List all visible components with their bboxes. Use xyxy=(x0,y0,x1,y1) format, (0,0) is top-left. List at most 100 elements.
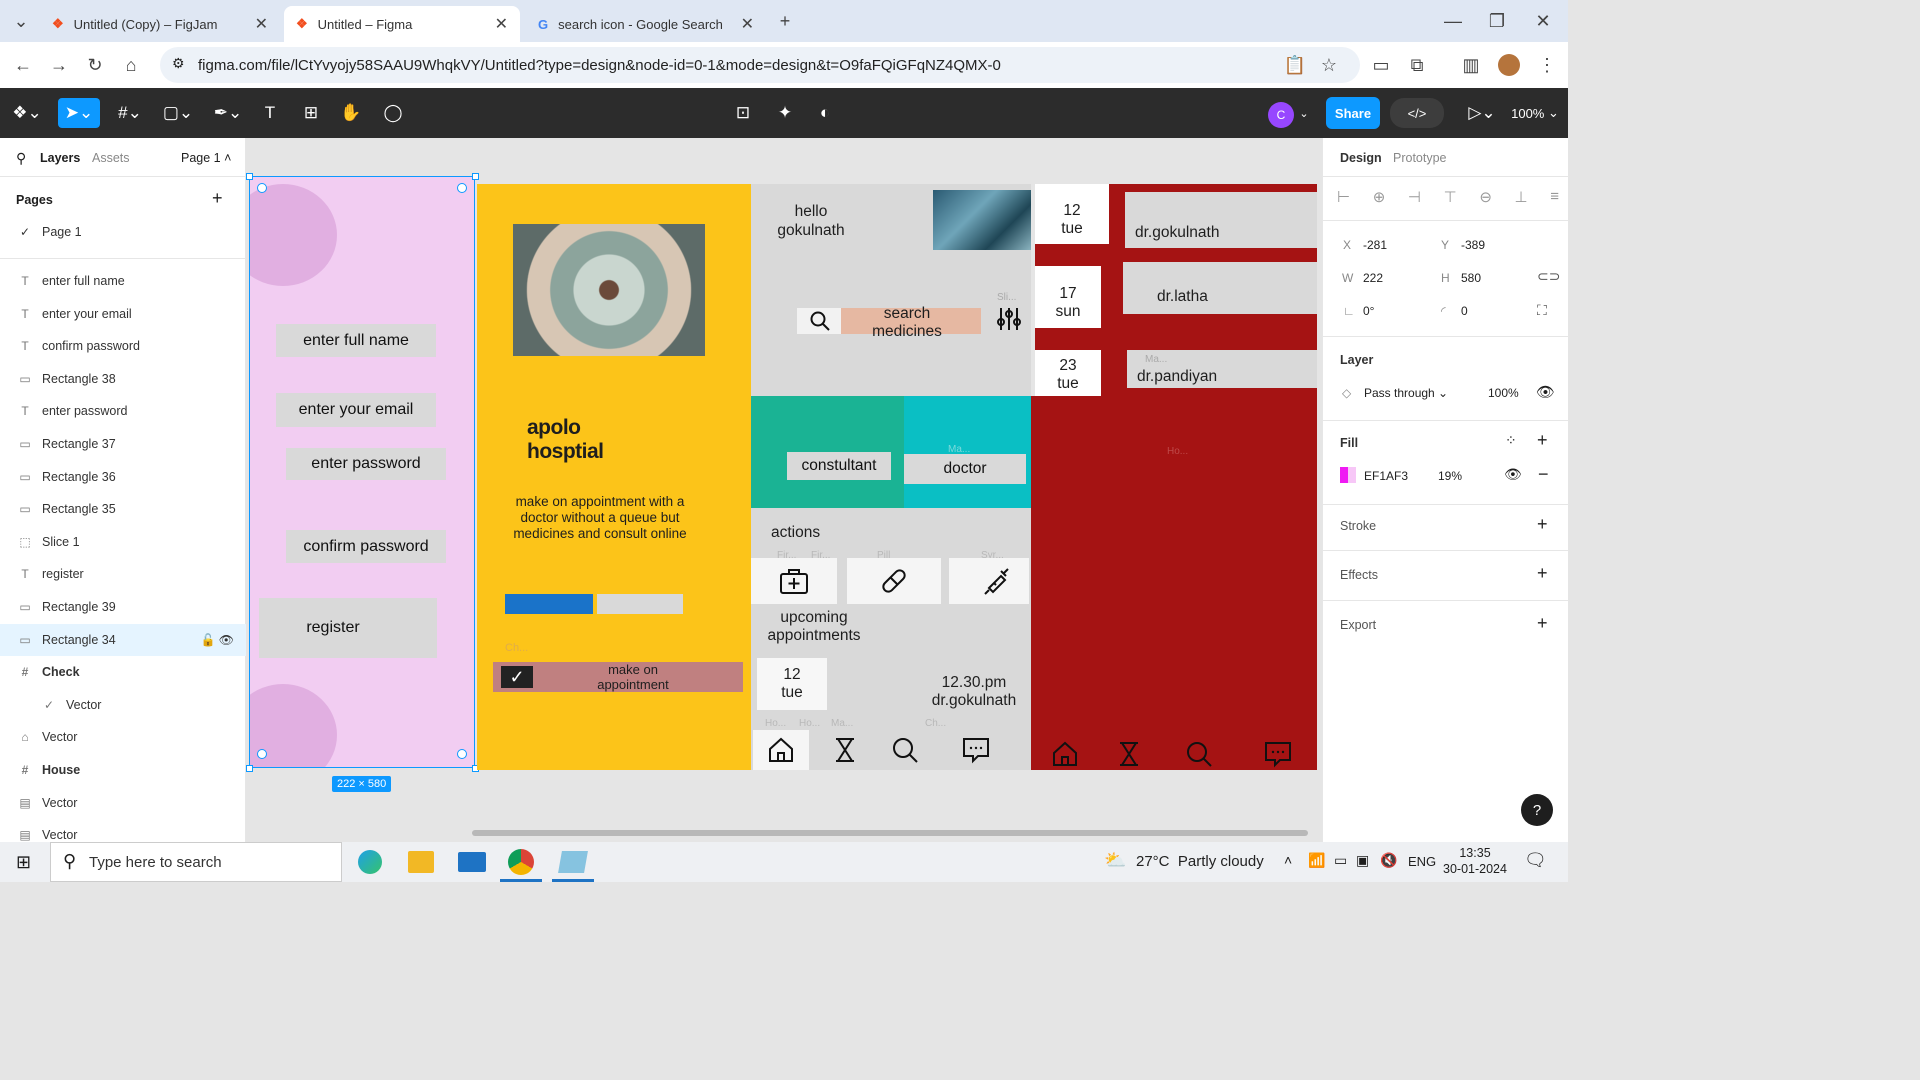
doctors-frame[interactable]: 12 tue 17 sun 23 tue dr.gokulnath dr.lat… xyxy=(1031,184,1317,770)
move-tool-icon[interactable]: ➤⌄ xyxy=(58,98,100,128)
language-indicator[interactable]: ENG xyxy=(1408,854,1436,869)
tab-google-search[interactable]: G search icon - Google Search ✕ xyxy=(526,6,766,42)
align-middle-icon[interactable]: ⊖ xyxy=(1479,188,1492,206)
x-input[interactable]: -281 xyxy=(1363,238,1387,252)
pen-tool-icon[interactable]: ✒⌄ xyxy=(210,98,246,128)
meet-icon[interactable]: ▣ xyxy=(1356,852,1369,869)
search-bar[interactable]: search medicines xyxy=(797,305,1021,340)
add-export-icon[interactable]: + xyxy=(1537,613,1548,634)
help-button[interactable]: ? xyxy=(1521,794,1553,826)
component-icon[interactable]: ✦ xyxy=(772,98,798,128)
design-canvas[interactable]: enter full name enter your email enter p… xyxy=(246,138,1322,842)
visibility-eye-icon[interactable]: 👁 xyxy=(1536,383,1555,401)
layer-item[interactable]: Tenter password xyxy=(0,395,246,427)
battery-icon[interactable]: ▭ xyxy=(1334,852,1347,869)
register-button[interactable]: register xyxy=(259,598,437,658)
layer-opacity-input[interactable]: 100% xyxy=(1488,386,1519,400)
y-input[interactable]: -389 xyxy=(1461,238,1485,252)
doctor-list-item[interactable]: Ma... dr.pandiyan xyxy=(1127,350,1317,388)
register-frame[interactable]: enter full name enter your email enter p… xyxy=(249,176,475,768)
upcoming-date[interactable]: 12 tue xyxy=(757,658,827,710)
extensions-icon[interactable]: ⧉ xyxy=(1404,52,1430,78)
cast-icon[interactable]: ▭ xyxy=(1368,52,1394,78)
windows-start-icon[interactable]: ⊞ xyxy=(16,852,31,873)
address-bar[interactable]: ⚙ figma.com/file/lCtYvyojy58SAAU9WhqkVY/… xyxy=(160,47,1360,83)
distribute-icon[interactable]: ≡ xyxy=(1550,188,1559,206)
layer-item[interactable]: Tenter your email xyxy=(0,298,246,330)
align-center-icon[interactable]: ⊕ xyxy=(1373,188,1386,206)
tab-prototype[interactable]: Prototype xyxy=(1393,151,1447,165)
bookmark-star-icon[interactable]: ☆ xyxy=(1316,52,1342,78)
layer-item[interactable]: ▭ Rectangle 36 xyxy=(0,461,246,493)
layer-item[interactable]: ▭ Rectangle 38 xyxy=(0,363,246,395)
hourglass-icon[interactable] xyxy=(831,736,859,764)
search-icon[interactable]: ⚲ xyxy=(16,150,26,167)
chrome-icon[interactable] xyxy=(508,849,534,875)
search-icon[interactable] xyxy=(891,736,919,764)
tab-design[interactable]: Design xyxy=(1340,151,1382,165)
layer-item[interactable]: # House xyxy=(0,754,246,786)
notifications-icon[interactable]: 🗨 xyxy=(1524,850,1547,871)
figma-menu-icon[interactable]: ❖⌄ xyxy=(10,98,44,128)
house-icon[interactable] xyxy=(1051,740,1079,768)
taskbar-search-box[interactable]: ⚲ Type here to search xyxy=(50,842,342,882)
email-field[interactable]: enter your email xyxy=(276,393,436,427)
layer-item[interactable]: ▤ Vector xyxy=(0,787,246,819)
layer-item[interactable]: Tregister xyxy=(0,558,246,590)
layer-item[interactable]: ▭ Rectangle 39 xyxy=(0,591,246,623)
align-bottom-icon[interactable]: ⊥ xyxy=(1515,188,1528,206)
date-card[interactable]: 12 tue xyxy=(1035,184,1109,244)
add-fill-icon[interactable]: + xyxy=(1537,430,1548,451)
syringe-action[interactable] xyxy=(949,558,1029,604)
search-icon[interactable] xyxy=(1185,740,1213,768)
dev-mode-toggle-icon[interactable]: </> xyxy=(1390,98,1444,128)
crop-icon[interactable]: ⊡ xyxy=(730,98,756,128)
new-tab-icon[interactable]: + xyxy=(772,8,798,34)
layer-item[interactable]: ▭ Rectangle 37 xyxy=(0,428,246,460)
home-frame[interactable]: hello gokulnath Sli... search medicines … xyxy=(751,184,1033,770)
mail-icon[interactable] xyxy=(458,852,486,872)
remove-fill-icon[interactable]: − xyxy=(1538,464,1549,485)
resize-handle[interactable] xyxy=(472,173,479,180)
align-top-icon[interactable]: ⊤ xyxy=(1444,188,1457,206)
volume-muted-icon[interactable]: 🔇 xyxy=(1380,852,1397,869)
present-icon[interactable]: ▷⌄ xyxy=(1464,98,1500,128)
blend-mode-select[interactable]: Pass through ⌄ xyxy=(1364,386,1448,400)
weather-icon[interactable]: ⛅ xyxy=(1104,850,1126,871)
resize-handle[interactable] xyxy=(246,765,253,772)
app-icon[interactable] xyxy=(558,851,588,873)
radius-input[interactable]: 0 xyxy=(1461,304,1468,318)
page-item[interactable]: ✓ Page 1 xyxy=(0,216,246,248)
align-left-icon[interactable]: ⊢ xyxy=(1337,188,1350,206)
rotation-input[interactable]: 0° xyxy=(1363,304,1374,318)
layer-item[interactable]: ▭ Rectangle 35 xyxy=(0,493,246,525)
comment-tool-icon[interactable]: ◯ xyxy=(380,98,406,128)
landing-frame[interactable]: apolo hosptial make on appointment with … xyxy=(477,184,751,770)
first-aid-action[interactable] xyxy=(751,558,837,604)
fill-hex-input[interactable]: EF1AF3 xyxy=(1364,469,1408,483)
style-grid-icon[interactable]: ⁘ xyxy=(1505,432,1517,449)
chat-icon[interactable] xyxy=(1263,740,1293,768)
chevron-down-icon[interactable]: ⌄ xyxy=(1296,98,1312,128)
page-selector[interactable]: Page 1 ˄ xyxy=(181,151,231,165)
tab-figma[interactable]: ❖ Untitled – Figma ✕ xyxy=(284,6,520,42)
network-icon[interactable]: 📶 xyxy=(1308,852,1325,869)
user-avatar[interactable]: C xyxy=(1268,102,1294,128)
doctor-list-item[interactable]: dr.latha xyxy=(1123,262,1317,314)
reload-icon[interactable]: ↻ xyxy=(82,52,108,78)
back-icon[interactable]: ← xyxy=(10,52,36,78)
window-close-icon[interactable]: ✕ xyxy=(1530,8,1556,34)
add-effect-icon[interactable]: + xyxy=(1537,563,1548,584)
fill-swatch[interactable] xyxy=(1340,467,1356,483)
text-tool-icon[interactable]: T xyxy=(258,98,282,128)
layer-item[interactable]: Tconfirm password xyxy=(0,330,246,362)
home-icon[interactable]: ⌂ xyxy=(118,52,144,78)
sidebar-icon[interactable]: ▥ xyxy=(1458,52,1484,78)
share-button[interactable]: Share xyxy=(1326,97,1380,129)
restore-icon[interactable]: ❐ xyxy=(1484,8,1510,34)
tab-assets[interactable]: Assets xyxy=(92,151,130,165)
doctor-list-item[interactable]: dr.gokulnath xyxy=(1125,192,1317,248)
tab-figjam[interactable]: ❖ Untitled (Copy) – FigJam ✕ xyxy=(40,6,280,42)
zoom-level[interactable]: 100% ⌄ xyxy=(1510,98,1560,128)
close-icon[interactable]: ✕ xyxy=(741,14,754,34)
